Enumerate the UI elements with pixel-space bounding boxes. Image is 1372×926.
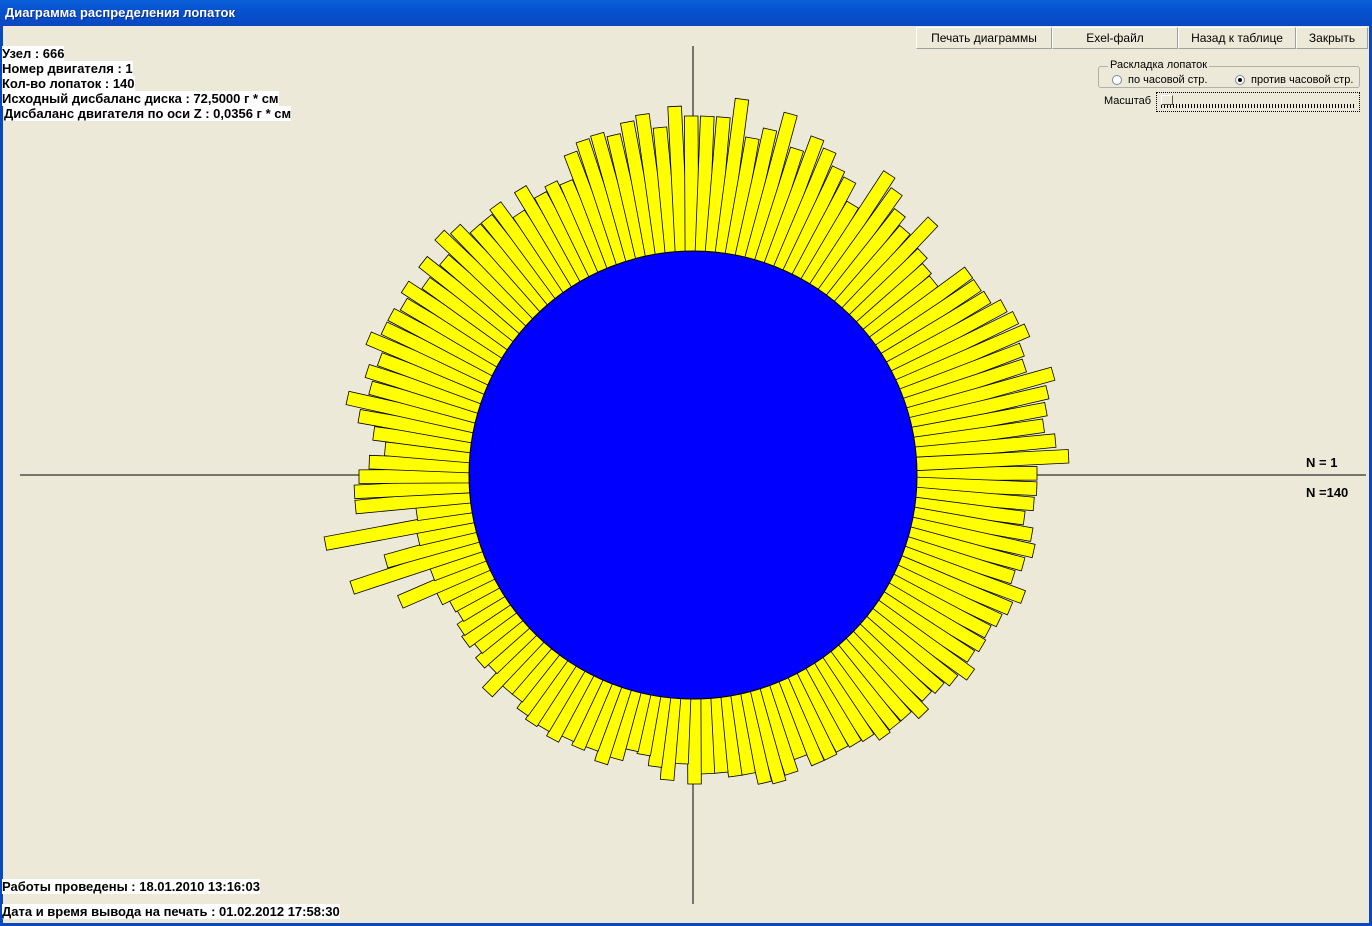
disk-imbalance-info: Исходный дисбаланс диска : 72,5000 г * с… — [2, 91, 279, 106]
last-blade-marker: N =140 — [1306, 485, 1349, 500]
engine-imbalance-info: Дисбаланс двигателя по оси Z : 0,0356 г … — [4, 106, 292, 121]
engine-number-info: Номер двигателя : 1 — [2, 61, 133, 76]
disk-hub — [468, 250, 918, 700]
clockwise-label: по часовой стр. — [1128, 74, 1208, 86]
counter-clockwise-radio[interactable]: против часовой стр. — [1235, 74, 1353, 86]
slider-ticks — [1161, 104, 1355, 108]
slider-thumb[interactable] — [1161, 95, 1173, 105]
works-done-info: Работы проведены : 18.01.2010 13:16:03 — [2, 879, 260, 894]
blade-count-info: Кол-во лопаток : 140 — [2, 76, 135, 91]
counter-clockwise-label: против часовой стр. — [1251, 74, 1354, 86]
blade-distribution-chart — [20, 46, 1366, 904]
radio-on-icon — [1235, 75, 1245, 85]
print-time-info: Дата и время вывода на печать : 01.02.20… — [2, 904, 340, 919]
clockwise-radio[interactable]: по часовой стр. — [1112, 74, 1207, 86]
node-info: Узел : 666 — [2, 46, 65, 61]
scale-label: Масштаб — [1104, 95, 1152, 107]
blade-layout-title: Раскладка лопаток — [1108, 59, 1210, 71]
scale-slider[interactable] — [1156, 92, 1360, 112]
radio-off-icon — [1112, 75, 1122, 85]
disk-circle — [468, 250, 918, 700]
first-blade-marker: N = 1 — [1306, 455, 1338, 470]
